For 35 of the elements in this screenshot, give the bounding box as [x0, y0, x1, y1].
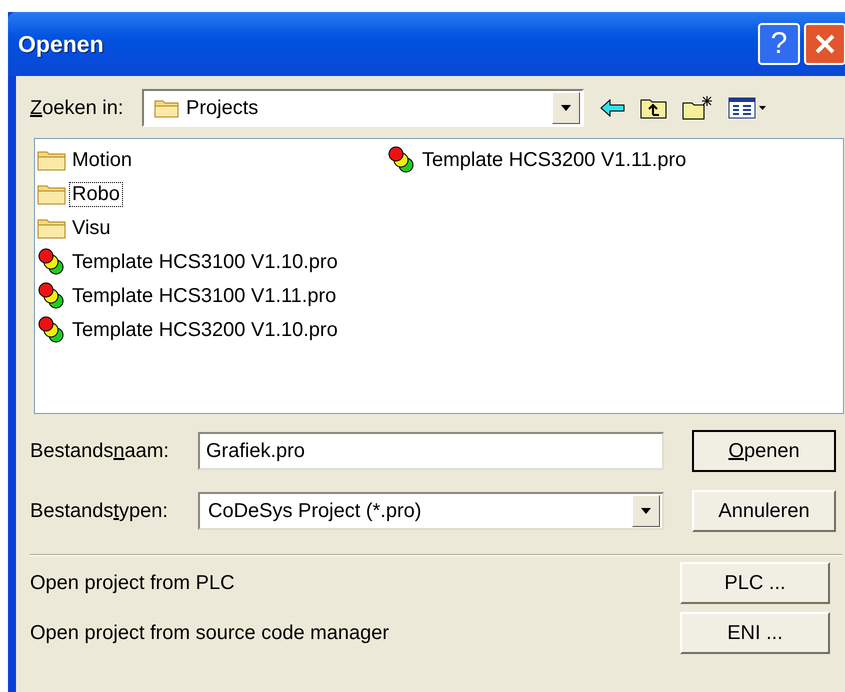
view-menu-icon[interactable] [728, 96, 768, 120]
file-item[interactable]: Motion [37, 143, 387, 177]
cancel-button[interactable]: Annuleren [692, 490, 836, 532]
look-in-value: Projects [186, 96, 260, 120]
file-name: Visu [71, 216, 112, 240]
file-name: Template HCS3100 V1.11.pro [71, 284, 338, 308]
file-name: Motion [71, 148, 134, 172]
file-type-label: Bestandstypen: [30, 500, 169, 522]
file-item[interactable]: Template HCS3100 V1.11.pro [37, 279, 387, 313]
option-button[interactable]: PLC ... [680, 562, 830, 604]
file-item[interactable]: Robo [37, 177, 387, 211]
file-item[interactable]: Visu [37, 211, 387, 245]
file-name: Template HCS3100 V1.10.pro [71, 250, 339, 274]
file-item[interactable]: Template HCS3200 V1.11.pro [387, 143, 747, 177]
option-text: Open project from PLC [30, 572, 236, 594]
option-text: Open project from source code manager [30, 622, 390, 644]
file-type-dropdown[interactable]: CoDeSys Project (*.pro) [198, 492, 664, 530]
file-list[interactable]: Motion Robo Visu Template HCS3100 V1.10.pro Template HCS3100 V1.11.pro Template HCS3200 V1.10.pro Template HCS3200 V1.11.pro [34, 138, 844, 414]
close-button[interactable] [804, 23, 845, 65]
open-button[interactable]: Openen [692, 430, 836, 472]
option-button[interactable]: ENI ... [680, 612, 830, 654]
file-name: Template HCS3200 V1.11.pro [421, 148, 688, 172]
back-arrow-icon[interactable] [600, 99, 626, 117]
file-item[interactable]: Template HCS3100 V1.10.pro [37, 245, 387, 279]
file-name: Robo [69, 182, 123, 206]
window-title: Openen [18, 30, 105, 58]
file-name-label: Bestandsnaam: [30, 440, 170, 462]
file-name-field[interactable]: Grafiek.pro [198, 432, 664, 470]
file-name: Template HCS3200 V1.10.pro [71, 318, 339, 342]
look-in-label: Zoeken in: [30, 96, 124, 120]
look-in-dropdown[interactable]: Projects [142, 89, 584, 127]
help-button[interactable]: ? [758, 23, 800, 65]
file-type-value: CoDeSys Project (*.pro) [208, 500, 422, 522]
new-folder-icon[interactable] [682, 95, 714, 121]
file-item[interactable]: Template HCS3200 V1.10.pro [37, 313, 387, 347]
